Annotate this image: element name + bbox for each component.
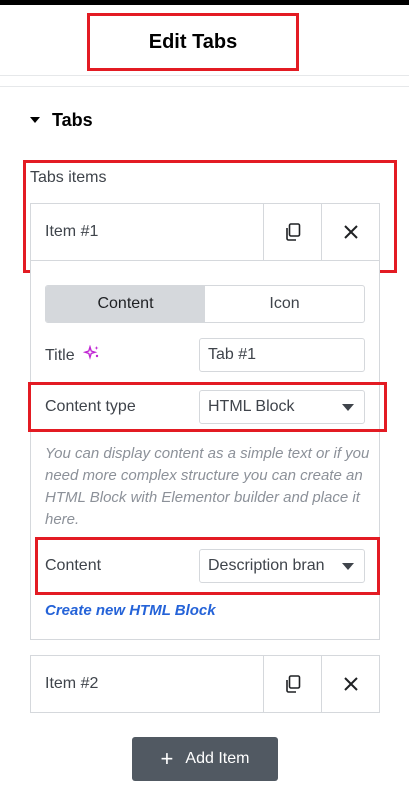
content-value: Description bran [208,557,325,574]
repeater-item-title[interactable]: Item #2 [31,656,263,712]
close-icon [343,677,358,691]
create-html-block-link[interactable]: Create new HTML Block [45,602,216,619]
title-highlight: Edit Tabs [87,13,299,71]
sparkle-icon[interactable] [82,344,101,366]
copy-icon [285,675,300,693]
divider [0,86,409,87]
repeater-label: Tabs items [30,169,107,186]
content-type-select[interactable]: HTML Block [199,390,365,424]
content-type-value: HTML Block [208,398,295,415]
select-caret-icon [342,562,354,570]
page-title: Edit Tabs [148,30,238,53]
close-icon [343,225,358,239]
tab-content[interactable]: Content [46,286,205,322]
duplicate-button[interactable] [263,204,321,260]
copy-icon [285,223,300,241]
title-label: Title [45,346,75,364]
title-control-label: Title [45,344,101,366]
content-type-label: Content type [45,398,136,415]
tab-switcher: Content Icon [45,285,365,323]
tab-icon[interactable]: Icon [205,286,364,322]
remove-button[interactable] [321,204,379,260]
add-item-label: Add Item [185,750,250,767]
select-caret-icon [342,403,354,411]
remove-button[interactable] [321,656,379,712]
section-toggle-tabs[interactable]: Tabs [30,108,93,132]
repeater-item-title[interactable]: Item #1 [31,204,263,260]
content-type-description: You can display content as a simple text… [45,445,370,528]
repeater-item-1[interactable]: Item #1 [30,203,380,261]
plus-icon: + [160,746,174,771]
section-title: Tabs [52,109,93,130]
title-input[interactable]: Tab #1 [199,338,365,372]
duplicate-button[interactable] [263,656,321,712]
panel-header: Edit Tabs [0,5,409,75]
caret-down-icon [30,117,40,123]
content-label: Content [45,557,102,574]
add-item-button[interactable]: + Add Item [132,737,278,781]
separator-band [0,76,409,86]
content-select[interactable]: Description bran [199,549,365,583]
repeater-item-2[interactable]: Item #2 [30,655,380,713]
